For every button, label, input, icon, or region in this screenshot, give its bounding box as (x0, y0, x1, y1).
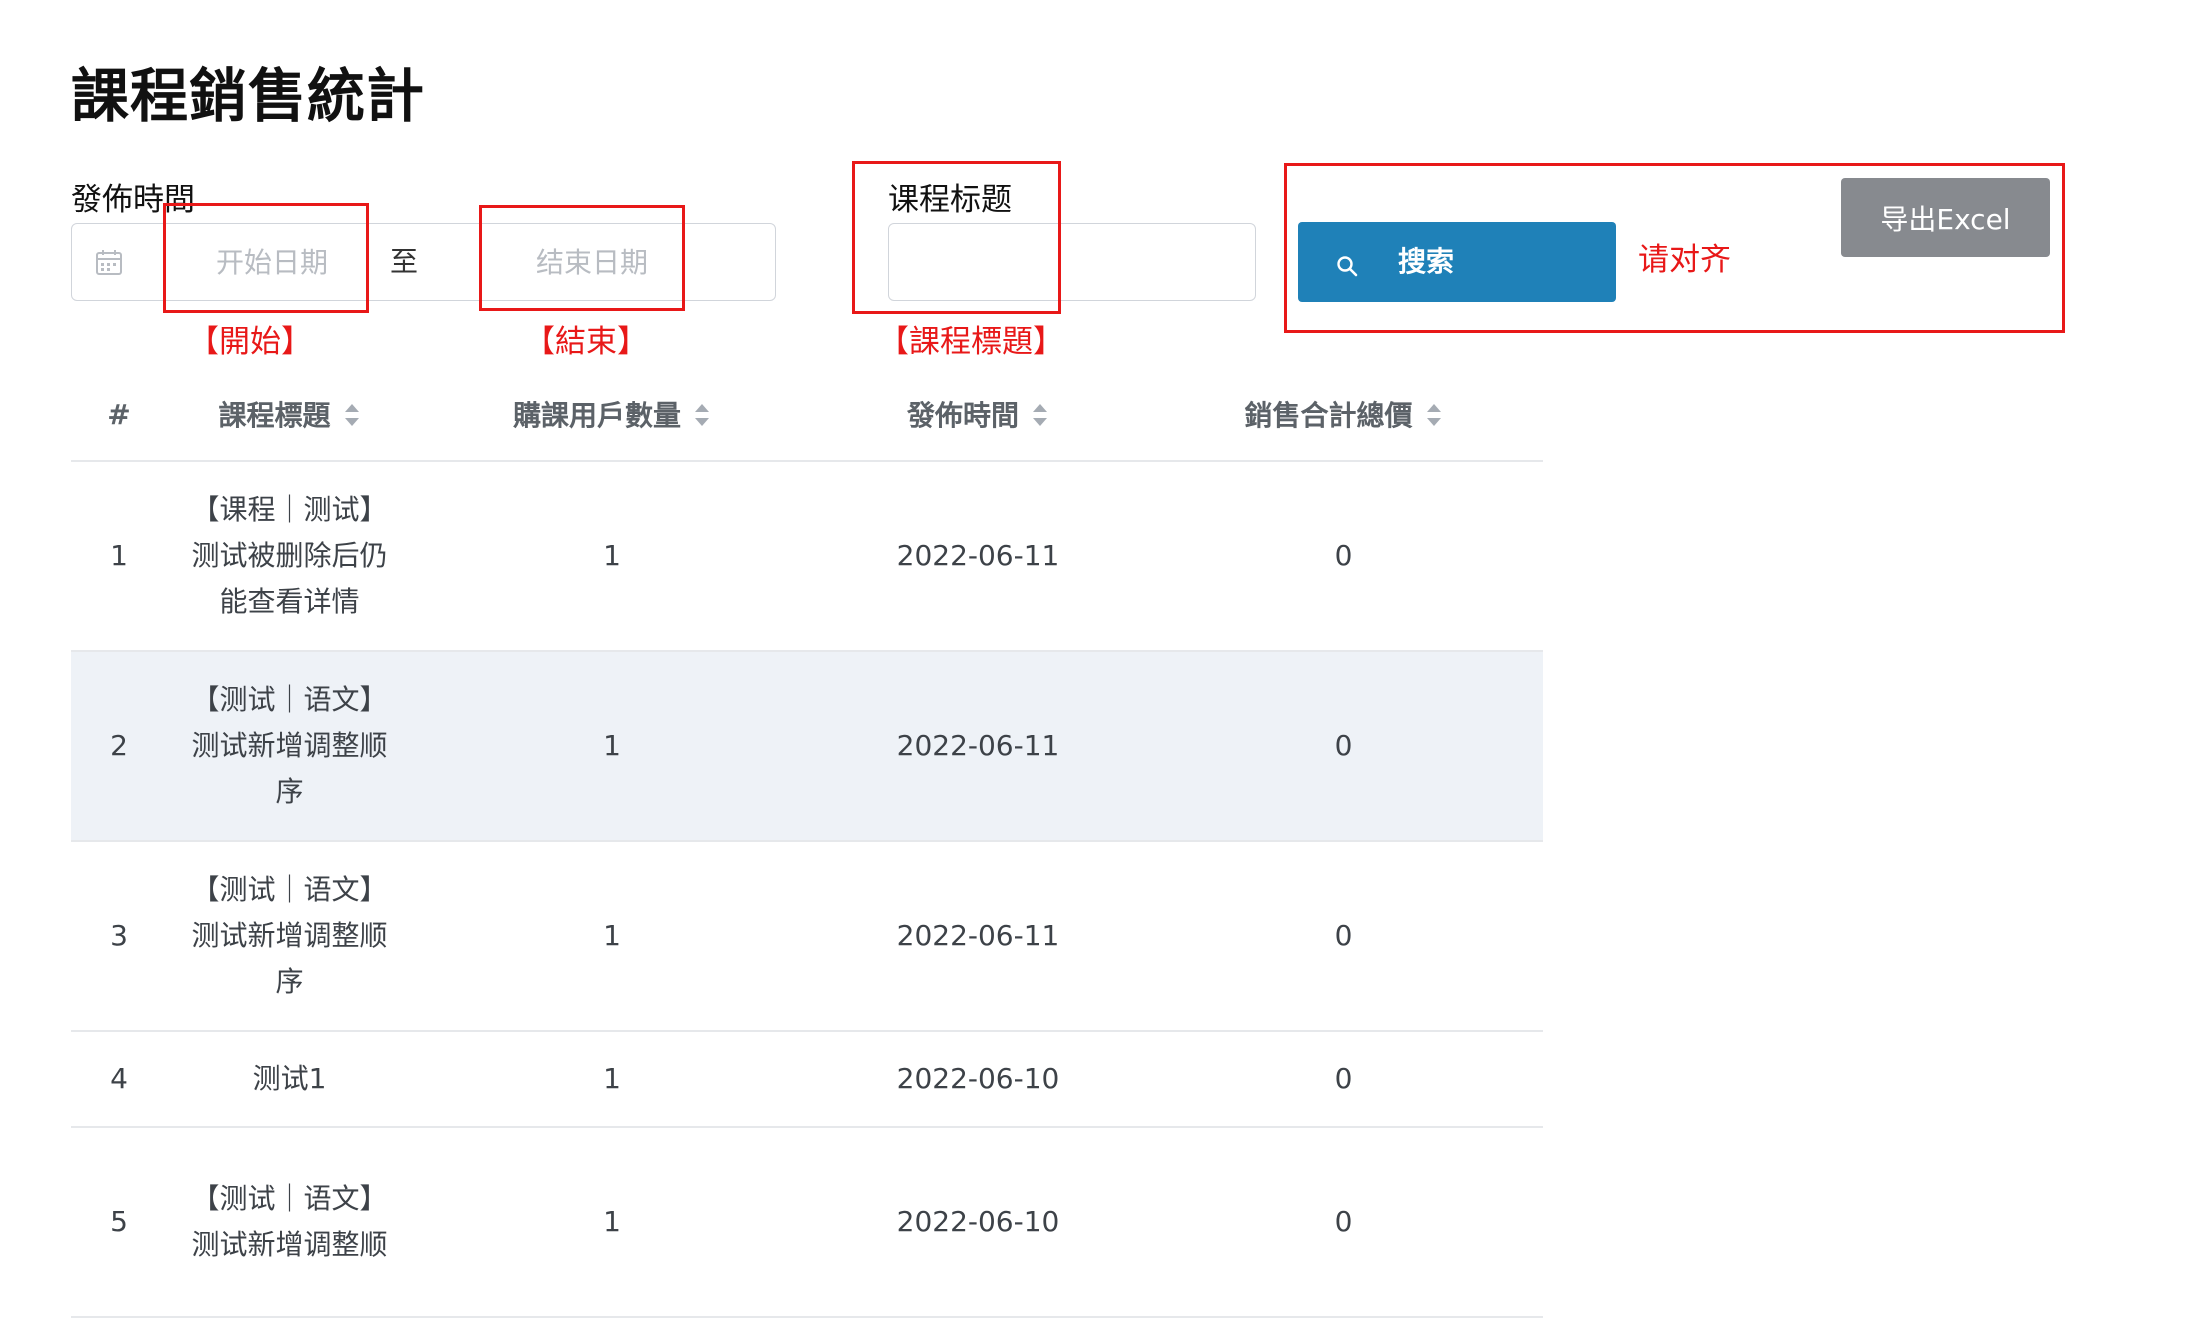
range-separator: 至 (390, 245, 419, 278)
cell-index: 3 (71, 841, 167, 1032)
annotation-start-note: 【開始】 (188, 324, 312, 360)
table-row: 3 【测试｜语文】测试新增调整顺序 1 2022-06-11 0 (71, 841, 1543, 1032)
column-header-publish-time[interactable]: 發佈時間 (812, 368, 1144, 462)
column-header-course-title[interactable]: 課程標題 (167, 368, 412, 462)
cell-sales-total: 0 (1144, 1127, 1543, 1318)
annotation-end-note: 【結束】 (524, 324, 648, 360)
cell-buyer-count: 1 (412, 1127, 812, 1318)
cell-sales-total: 0 (1144, 461, 1543, 652)
cell-index: 1 (71, 461, 167, 652)
sort-icon[interactable] (693, 402, 711, 428)
cell-sales-total: 0 (1144, 1031, 1543, 1128)
table-row: 2 【测试｜语文】测试新增调整顺序 1 2022-06-11 0 (71, 651, 1543, 842)
cell-publish-date: 2022-06-11 (812, 651, 1144, 842)
publish-time-label: 發佈時間 (71, 182, 195, 218)
sort-icon[interactable] (1425, 402, 1443, 428)
table-row: 4 测试1 1 2022-06-10 0 (71, 1031, 1543, 1128)
cell-publish-date: 2022-06-11 (812, 461, 1144, 652)
cell-index: 2 (71, 651, 167, 842)
column-header-buyer-count[interactable]: 購課用戶數量 (412, 368, 812, 462)
table-header-row: # 課程標題 購課用戶數量 發佈時間 銷售合計總價 (71, 368, 1543, 462)
cell-course-title: 【测试｜语文】测试新增调整顺 (167, 1127, 412, 1318)
column-header-sales-total[interactable]: 銷售合計總價 (1144, 368, 1543, 462)
sort-icon[interactable] (1031, 402, 1049, 428)
course-title-input[interactable] (888, 223, 1256, 301)
cell-course-title: 测试1 (167, 1031, 412, 1128)
cell-course-title: 【测试｜语文】测试新增调整顺序 (167, 841, 412, 1032)
annotation-align-note: 请对齐 (1638, 242, 1731, 278)
search-button-label: 搜索 (1398, 245, 1455, 278)
search-icon (1336, 251, 1358, 277)
cell-publish-date: 2022-06-10 (812, 1127, 1144, 1318)
cell-buyer-count: 1 (412, 1031, 812, 1128)
column-header-index: # (71, 368, 167, 462)
table-row: 1 【课程｜测试】测试被删除后仍能查看详情 1 2022-06-11 0 (71, 461, 1543, 652)
cell-index: 4 (71, 1031, 167, 1128)
cell-publish-date: 2022-06-11 (812, 841, 1144, 1032)
page-title: 課程銷售統計 (71, 62, 426, 130)
cell-sales-total: 0 (1144, 651, 1543, 842)
date-range-picker[interactable]: 至 (71, 223, 776, 301)
calendar-icon (95, 249, 123, 277)
annotation-title-note: 【課程標題】 (878, 324, 1064, 360)
cell-index: 5 (71, 1127, 167, 1318)
sort-icon[interactable] (343, 402, 361, 428)
search-button[interactable]: 搜索 (1298, 222, 1616, 302)
cell-buyer-count: 1 (412, 461, 812, 652)
cell-buyer-count: 1 (412, 841, 812, 1032)
table-row: 5 【测试｜语文】测试新增调整顺 1 2022-06-10 0 (71, 1127, 1543, 1318)
sales-table: # 課程標題 購課用戶數量 發佈時間 銷售合計總價 1 【课程｜测试】测试被删除… (71, 368, 1543, 1318)
cell-course-title: 【课程｜测试】测试被删除后仍能查看详情 (167, 461, 412, 652)
export-excel-button[interactable]: 导出Excel (1841, 178, 2050, 257)
course-title-label: 课程标题 (888, 182, 1012, 218)
cell-course-title: 【测试｜语文】测试新增调整顺序 (167, 651, 412, 842)
end-date-input[interactable] (492, 224, 692, 300)
cell-sales-total: 0 (1144, 841, 1543, 1032)
start-date-input[interactable] (172, 224, 372, 300)
cell-buyer-count: 1 (412, 651, 812, 842)
cell-publish-date: 2022-06-10 (812, 1031, 1144, 1128)
